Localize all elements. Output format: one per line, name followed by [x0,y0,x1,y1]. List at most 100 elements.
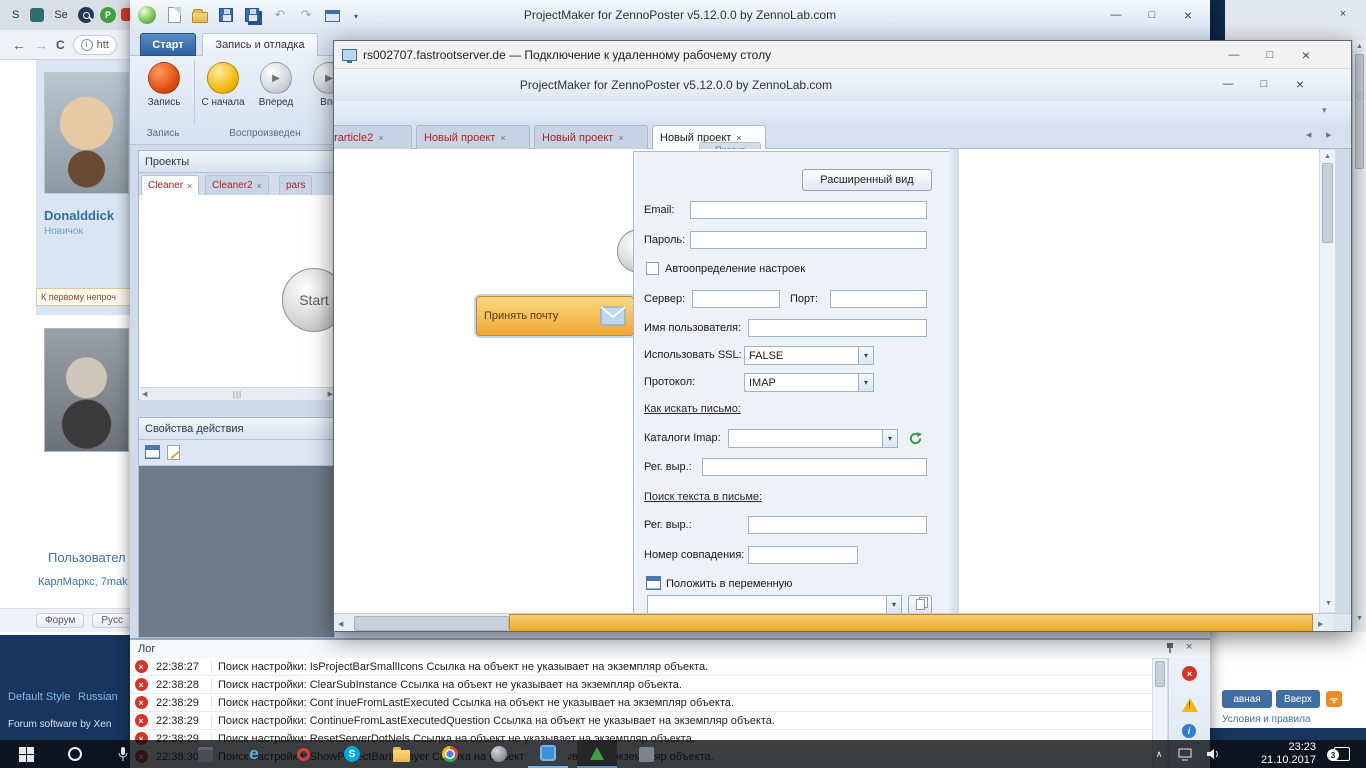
close-button[interactable]: × [1288,43,1324,67]
search-text-in-letter-link[interactable]: Поиск текста в письме: [644,488,762,506]
qat-dropdown-icon[interactable]: ▾ [346,6,366,26]
project-tab-new-2[interactable]: Новый проект× [534,125,648,149]
variable-select[interactable]: ▾ [647,595,902,613]
avatar[interactable] [44,72,129,194]
app-icon[interactable] [626,740,666,768]
chevron-down-icon[interactable]: ▾ [858,347,873,364]
terms-link[interactable]: Условия и правила [1222,714,1310,725]
project-canvas[interactable]: Start [140,195,335,387]
password-field[interactable] [690,231,927,249]
copy-variable-button[interactable] [908,595,932,613]
chevron-down-icon[interactable]: ▾ [886,596,901,613]
panel-splitter[interactable] [949,149,959,613]
restart-button[interactable]: С начала [197,59,249,125]
undo-icon[interactable]: ↶ [270,5,290,25]
server-field[interactable] [692,290,780,308]
scrollbar-thumb[interactable] [1155,661,1165,687]
record-button[interactable]: Запись [138,59,190,125]
language-chooser-link[interactable]: Russian [78,691,118,703]
home-link[interactable]: авная [1222,690,1272,708]
pin-icon[interactable] [1164,642,1176,657]
chevron-down-icon[interactable]: ▾ [882,430,897,447]
scroll-down-icon[interactable]: ▼ [1325,600,1332,607]
log-row[interactable]: × 22:38:28 Поиск настройки: ClearSubInst… [130,676,1152,694]
browser-back-icon[interactable]: ← [12,37,26,53]
maximize-button[interactable]: □ [1134,3,1170,27]
projects-panel-header[interactable]: Проекты [139,151,334,173]
log-close-icon[interactable]: × [1186,641,1192,653]
cortana-icon[interactable] [55,740,95,768]
member-name[interactable]: Donalddick [44,208,114,223]
site-info-icon[interactable]: i [81,39,93,51]
log-row[interactable]: × 22:38:29 Поиск настройки: ContinueFrom… [130,712,1152,730]
browser-tab-strip[interactable]: S Se Р [0,0,135,30]
browser-forward-icon[interactable]: → [34,37,48,53]
projectmaker-titlebar[interactable]: ↶ ↷ ▾ ProjectMaker for ZennoPoster v5.12… [130,0,1210,30]
project-tab-cleaner[interactable]: Cleaner× [141,175,199,195]
browser-tab-label-2[interactable]: Se [54,9,67,21]
redo-icon[interactable]: ↷ [296,5,316,25]
regex2-field[interactable] [748,516,927,534]
breadcrumb-forum[interactable]: Форум [36,613,84,628]
refresh-folders-icon[interactable] [906,429,925,448]
properties-panel-header[interactable]: Свойства действия [139,418,334,440]
store-icon[interactable] [185,740,225,768]
scroll-left-icon[interactable]: ◀ [142,390,147,398]
tabs-scroll-right-icon[interactable]: ▶ [1326,131,1331,139]
rdp-titlebar[interactable]: rs002707.fastrootserver.de — Подключение… [334,41,1351,69]
tab-start[interactable]: Старт [140,33,196,56]
action-center-icon[interactable]: 3 [1324,740,1360,768]
language-icon[interactable]: Р [100,7,116,23]
style-chooser-link[interactable]: Default Style [8,691,70,703]
tab-record-debug[interactable]: Запись и отладка [202,33,318,56]
chrome-icon[interactable] [430,740,470,768]
tray-chevron-icon[interactable]: ∧ [1148,740,1170,768]
projectmaker-taskbar-icon[interactable] [528,740,568,768]
autodetect-checkbox[interactable] [646,262,659,275]
browser-tab-label[interactable]: S [12,9,19,21]
inner-hscrollbar[interactable]: ◀ ▶ [334,613,1351,631]
protocol-select[interactable]: IMAP▾ [744,373,874,392]
inner-vscrollbar[interactable]: ▲ ▼ [1319,149,1336,613]
scroll-up-icon[interactable]: ▲ [1320,153,1335,160]
action-block-receive-mail[interactable]: Принять почту [476,296,634,336]
ssl-select[interactable]: FALSE▾ [744,346,874,365]
scrollbar-thumb[interactable] [354,616,509,631]
browser-scrollbar[interactable]: ▲ ♡ ▼ [1352,40,1366,632]
start-button[interactable] [6,740,46,768]
close-button[interactable]: × [1282,72,1318,96]
username-field[interactable] [748,319,927,337]
file-explorer-icon[interactable] [381,740,421,768]
rss-icon[interactable]: ᯤ [1326,691,1342,707]
email-field[interactable] [690,201,927,219]
avatar[interactable] [44,328,129,452]
volume-icon[interactable] [1200,740,1226,768]
port-field[interactable] [830,290,927,308]
sphere-app-icon[interactable] [479,740,519,768]
filter-warnings-icon[interactable] [1182,698,1198,712]
project-tab-erarticle2[interactable]: erarticle2× [334,125,412,149]
skype-icon[interactable]: S [332,740,372,768]
scroll-left-icon[interactable]: ◀ [338,620,343,628]
online-users-heading[interactable]: Пользовател [48,550,126,565]
breadcrumb-section[interactable]: Русс [92,613,132,628]
filter-info-icon[interactable]: i [1182,724,1196,738]
back-to-top-link[interactable]: Вверх [1276,690,1320,708]
close-tab-icon[interactable]: × [618,133,623,143]
inner-project-canvas[interactable]: Принять почту Расширенный вид Email: Пар… [334,149,1336,613]
minimize-button[interactable]: — [1216,43,1252,67]
edge-icon[interactable]: e [234,740,274,768]
match-number-field[interactable] [748,546,858,564]
clock[interactable]: 23:23 21.10.2017 [1248,741,1316,767]
chevron-down-icon[interactable]: ▾ [858,374,873,391]
regex-field[interactable] [702,458,927,476]
close-button[interactable]: × [1170,3,1206,27]
online-users-list[interactable]: КарлМаркс, 7mak [38,576,128,588]
window-layout-icon[interactable] [322,6,342,26]
scrollbar-thumb[interactable] [1355,54,1364,169]
browser-close-button[interactable]: × [1325,2,1361,26]
close-tab-icon[interactable]: × [257,181,262,191]
scroll-up-icon[interactable]: ▲ [1353,43,1366,50]
start-node[interactable]: Start [282,268,335,332]
tabs-scroll-left-icon[interactable]: ◀ [1306,131,1311,139]
